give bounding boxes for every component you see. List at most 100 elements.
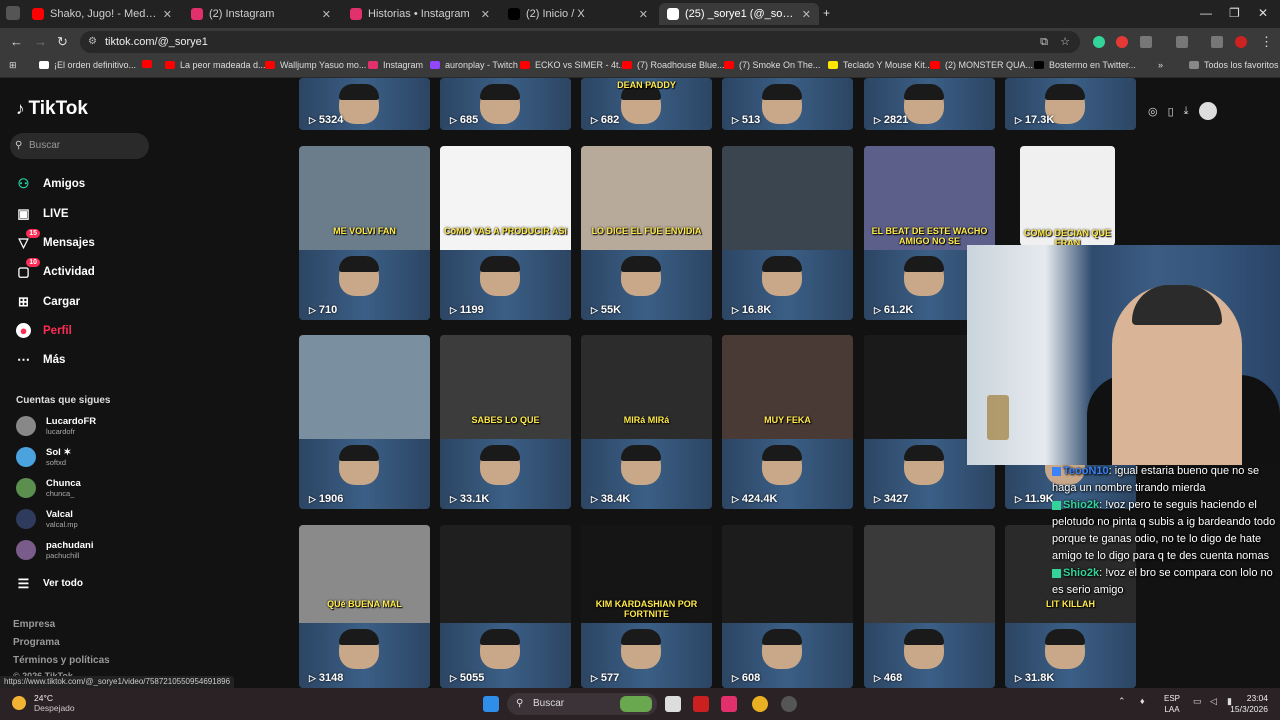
bookmark-item[interactable]: (7) Smoke On The... (724, 60, 820, 70)
chrome-icon[interactable] (752, 696, 768, 712)
following-account[interactable]: Valcal valcal.mp (16, 509, 78, 529)
browser-tab[interactable]: Shako, Jugo! - Medio Tana (Vid✕ (24, 3, 180, 25)
bookmark-item[interactable]: La peor madeada d... (165, 60, 266, 70)
footer-link[interactable]: Programa (13, 637, 60, 648)
sidebar-item-upload[interactable]: ⊞ Cargar (16, 294, 80, 309)
extension-icon[interactable] (1093, 36, 1105, 48)
see-all-button[interactable]: ☰ Ver todo (16, 576, 83, 591)
bookmark-item[interactable]: Walljump Yasuo mo... (265, 60, 366, 70)
video-card[interactable]: LO DICE EL FUE ENVIDIA ▷ 55K (581, 146, 712, 320)
widget-icon[interactable] (620, 696, 652, 712)
video-card[interactable]: ME VOLVI FAN ▷ 710 (299, 146, 430, 320)
site-info-icon[interactable]: ⚙ (88, 31, 97, 53)
extension-icon[interactable] (1116, 36, 1128, 48)
more-bookmarks-icon[interactable]: » (1158, 60, 1163, 70)
reload-icon[interactable]: ↻ (57, 34, 68, 50)
footer-link[interactable]: Empresa (13, 619, 55, 630)
video-card[interactable]: ▷ 17.3K (1005, 78, 1136, 130)
language-indicator[interactable]: ESP LAA (1164, 693, 1180, 715)
video-card[interactable]: ▷ 5055 (440, 525, 571, 688)
sidebar-item-live[interactable]: ▣ LIVE (16, 206, 68, 221)
tab-menu-icon[interactable] (6, 6, 20, 20)
following-account[interactable]: Chunca chunca_ (16, 478, 81, 498)
close-window-icon[interactable]: ✕ (1258, 6, 1268, 20)
settings-icon[interactable]: ◎ (1148, 105, 1158, 118)
video-card[interactable]: ▷ 608 (722, 525, 853, 688)
media-icon[interactable] (1211, 36, 1223, 48)
close-tab-icon[interactable]: ✕ (639, 8, 648, 21)
app-icon[interactable] (693, 696, 709, 712)
video-card[interactable]: ▷ 468 (864, 525, 995, 688)
bookmark-item[interactable]: (7) Roadhouse Blue... (622, 60, 725, 70)
video-card[interactable]: MUY FEKA ▷ 424.4K (722, 335, 853, 509)
video-card[interactable]: ▷ 513 (722, 78, 853, 130)
video-card[interactable]: KIM KARDASHIAN POR FORTNITE ▷ 577 (581, 525, 712, 688)
bookmark-item[interactable] (142, 60, 157, 68)
sidebar-item-messages[interactable]: ▽ 15 Mensajes (16, 229, 95, 250)
video-card[interactable]: ▷ 685 (440, 78, 571, 130)
bookmark-item[interactable]: ¡El orden definitivo... (39, 60, 136, 70)
search-input[interactable]: ⚲ Buscar (10, 133, 149, 159)
bookmark-item[interactable]: Teclado Y Mouse Kit... (828, 60, 932, 70)
chevron-up-icon[interactable]: ⌃ (1118, 696, 1128, 712)
bookmark-item[interactable]: Bostermo en Twitter... (1034, 60, 1136, 70)
all-bookmarks[interactable]: Todos los favoritos (1189, 60, 1279, 70)
video-card[interactable]: CóMO VAS A PRODUCIR ASí ▷ 1199 (440, 146, 571, 320)
following-account[interactable]: pachudani pachuchill (16, 540, 94, 560)
close-tab-icon[interactable]: ✕ (322, 8, 331, 21)
device-icon[interactable]: ▯ (1168, 105, 1174, 118)
address-bar[interactable]: ⚙ tiktok.com/@_sorye1 ⧉ ☆ (80, 31, 1080, 53)
video-card[interactable]: SABES LO QUE ▷ 33.1K (440, 335, 571, 509)
forward-icon[interactable]: → (34, 34, 47, 49)
minimize-icon[interactable]: — (1200, 6, 1212, 20)
sidebar-item-more[interactable]: ⋯ Más (16, 352, 65, 367)
clock[interactable]: 23:04 15/3/2026 (1230, 693, 1268, 715)
start-icon[interactable] (483, 696, 499, 712)
back-icon[interactable]: ← (10, 34, 23, 49)
browser-tab[interactable]: (25) _sorye1 (@_sorye1) | TikTok✕ (659, 3, 819, 25)
following-account[interactable]: LucardoFR lucardofr (16, 416, 96, 436)
volume-icon[interactable]: ◁ (1210, 696, 1220, 712)
video-card[interactable]: MIRá MIRá ▷ 38.4K (581, 335, 712, 509)
browser-menu-icon[interactable]: ⋮ (1260, 34, 1273, 50)
bookmark-item[interactable]: Instagram (368, 60, 423, 70)
video-card[interactable]: ▷ 5324 (299, 78, 430, 130)
browser-tab[interactable]: (2) Instagram ✕ (183, 3, 339, 25)
apps-icon[interactable]: ⊞ (9, 60, 17, 71)
video-card[interactable]: QUé BUENA MAL ▷ 3148 (299, 525, 430, 688)
extensions-puzzle-icon[interactable] (1140, 36, 1152, 48)
video-card[interactable]: ▷ 1906 (299, 335, 430, 509)
close-tab-icon[interactable]: ✕ (802, 8, 811, 21)
sidebar-item-profile[interactable]: ● Perfil (16, 323, 72, 338)
weather-widget[interactable]: 24°C Despejado (12, 693, 75, 713)
close-tab-icon[interactable]: ✕ (481, 8, 490, 21)
following-account[interactable]: Sol ✶ softxd (16, 447, 71, 467)
bookmark-item[interactable]: (2) MONSTER QUA... (930, 60, 1033, 70)
sidebar-item-friends[interactable]: ⚇ Amigos (16, 176, 86, 191)
avatar-icon[interactable] (1198, 102, 1217, 120)
maximize-icon[interactable]: ❐ (1229, 6, 1240, 20)
bookmark-item[interactable]: ECKO vs SIMER - 4t... (520, 60, 626, 70)
video-card[interactable]: DEAN PADDY ▷ 682 (581, 78, 712, 130)
browser-tab[interactable]: (2) Inicio / X ✕ (500, 3, 656, 25)
network-icon[interactable]: ▭ (1193, 696, 1203, 712)
tiktok-logo[interactable]: ♪ TikTok (16, 98, 88, 120)
sidebar-item-activity[interactable]: ▢ 10 Actividad (16, 258, 95, 279)
instagram-icon[interactable] (721, 696, 737, 712)
bookmark-item[interactable]: auronplay - Twitch (430, 60, 518, 70)
file-explorer-icon[interactable] (665, 696, 681, 712)
footer-link[interactable]: Términos y políticas (13, 655, 110, 666)
video-card[interactable]: ▷ 2821 (864, 78, 995, 130)
profile-avatar-icon[interactable] (1235, 36, 1247, 48)
bookmark-star-icon[interactable]: ☆ (1060, 31, 1070, 53)
new-tab-button[interactable]: + (823, 6, 830, 20)
download-icon[interactable]: ⤓ (1184, 105, 1189, 118)
video-card[interactable]: COMO DECIAN QUE ERAN (1020, 146, 1115, 246)
mic-icon[interactable]: ♦ (1140, 696, 1150, 712)
obs-icon[interactable] (781, 696, 797, 712)
favorites-icon[interactable] (1176, 36, 1188, 48)
close-tab-icon[interactable]: ✕ (163, 8, 172, 21)
video-card[interactable]: ▷ 16.8K (722, 146, 853, 320)
browser-tab[interactable]: Historias • Instagram ✕ (342, 3, 498, 25)
install-icon[interactable]: ⧉ (1040, 31, 1048, 53)
